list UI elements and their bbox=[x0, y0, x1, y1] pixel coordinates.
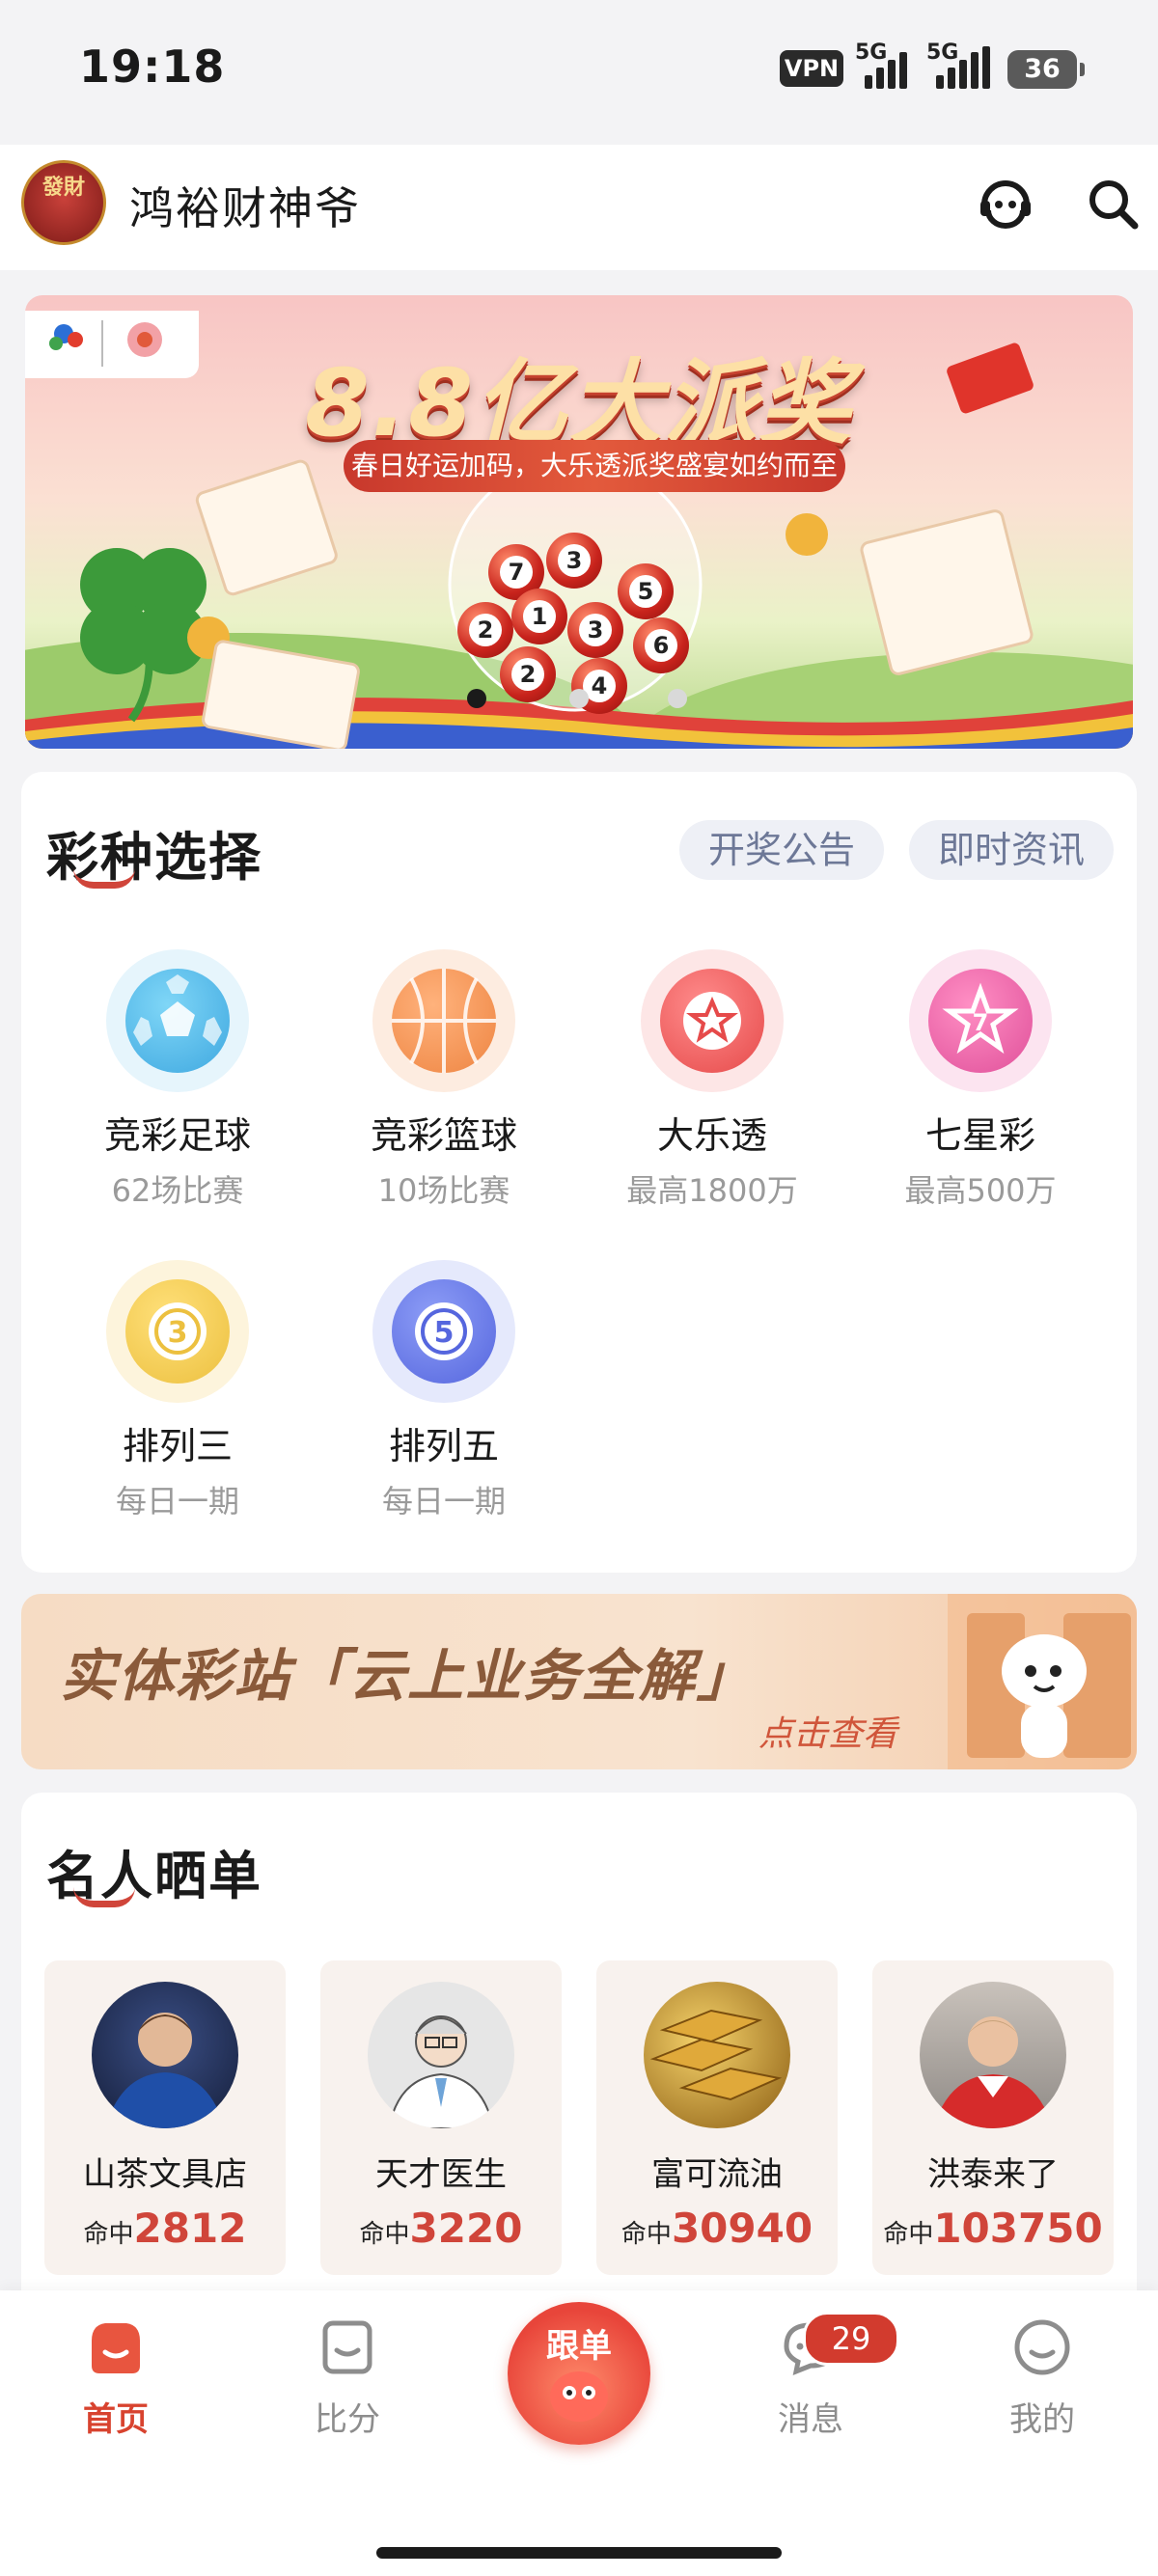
lottery-ball: 3 bbox=[567, 602, 623, 658]
lottery-ball: 3 bbox=[546, 533, 602, 589]
app-name: 鸿裕财神爷 bbox=[129, 182, 361, 234]
number-three-ball-icon: 3 bbox=[106, 1260, 249, 1403]
lottery-ball: 5 bbox=[618, 563, 674, 619]
lottery-ball: 1 bbox=[511, 589, 567, 644]
mascot-icon bbox=[550, 2371, 608, 2422]
tab-scores[interactable]: 比分 bbox=[280, 2316, 415, 2440]
lottery-item-daletou[interactable]: 大乐透 最高1800万 bbox=[596, 949, 828, 1211]
promo-title: 实体彩站「云上业务全解」 bbox=[60, 1643, 756, 1709]
physical-store-promo-banner[interactable]: 实体彩站「云上业务全解」 点击查看 bbox=[21, 1594, 1137, 1769]
customer-service-icon[interactable] bbox=[975, 172, 1036, 233]
celebrity-card[interactable]: 富可流油 命中30940 bbox=[596, 1960, 838, 2275]
message-count-badge: 29 bbox=[803, 2312, 899, 2366]
tab-home[interactable]: 首页 bbox=[48, 2316, 183, 2440]
star-ball-icon bbox=[641, 949, 784, 1092]
avatar bbox=[92, 1982, 238, 2128]
avatar bbox=[368, 1982, 514, 2128]
avatar bbox=[920, 1982, 1066, 2128]
home-indicator[interactable] bbox=[376, 2547, 782, 2559]
celebrity-card[interactable]: 山茶文具店 命中2812 bbox=[44, 1960, 286, 2275]
carousel-dot[interactable] bbox=[668, 689, 687, 708]
basketball-icon bbox=[372, 949, 515, 1092]
search-icon[interactable] bbox=[1085, 176, 1141, 232]
tab-profile[interactable]: 我的 bbox=[975, 2316, 1110, 2440]
instant-news-button[interactable]: 即时资讯 bbox=[909, 820, 1114, 880]
promo-banner-carousel[interactable]: 8.8亿大派奖 春日好运加码，大乐透派奖盛宴如约而至 7 3 1 5 2 3 6… bbox=[25, 295, 1133, 749]
draw-announcement-button[interactable]: 开奖公告 bbox=[679, 820, 884, 880]
lottery-item-qixingcai[interactable]: 7 七星彩 最高500万 bbox=[865, 949, 1096, 1211]
smiley-face-icon bbox=[1014, 2319, 1070, 2375]
tab-follow-bet[interactable]: 跟单 bbox=[508, 2302, 650, 2445]
signal-icon-2: 5G bbox=[926, 41, 1009, 89]
lottery-item-pailiewu[interactable]: 5 排列五 每日一期 bbox=[328, 1260, 560, 1521]
scoreboard-icon bbox=[322, 2320, 372, 2374]
app-logo[interactable]: 發財 bbox=[21, 160, 106, 245]
lottery-ball: 6 bbox=[633, 617, 689, 673]
lottery-item-basketball[interactable]: 竞彩篮球 10场比赛 bbox=[328, 949, 560, 1211]
celebrity-card[interactable]: 洪泰来了 命中103750 bbox=[872, 1960, 1114, 2275]
seven-star-icon: 7 bbox=[909, 949, 1052, 1092]
home-icon bbox=[92, 2323, 140, 2373]
celebrity-card[interactable]: 天才医生 命中3220 bbox=[320, 1960, 562, 2275]
soccer-ball-icon bbox=[106, 949, 249, 1092]
carousel-dot[interactable] bbox=[569, 689, 589, 708]
svg-text:7: 7 bbox=[973, 1009, 989, 1036]
lottery-ball: 2 bbox=[500, 646, 556, 702]
number-five-ball-icon: 5 bbox=[372, 1260, 515, 1403]
banner-subtitle: 春日好运加码，大乐透派奖盛宴如约而至 bbox=[344, 440, 845, 492]
lottery-item-soccer[interactable]: 竞彩足球 62场比赛 bbox=[62, 949, 293, 1211]
mascot-illustration bbox=[948, 1594, 1137, 1769]
lottery-item-pailiesan[interactable]: 3 排列三 每日一期 bbox=[62, 1260, 293, 1521]
lottery-ball: 2 bbox=[457, 602, 513, 658]
status-time: 19:18 bbox=[79, 41, 226, 93]
vpn-indicator: VPN bbox=[780, 50, 843, 87]
avatar bbox=[644, 1982, 790, 2128]
svg-text:3: 3 bbox=[168, 1316, 188, 1350]
carousel-dot-active[interactable] bbox=[467, 689, 486, 708]
svg-text:5: 5 bbox=[434, 1316, 455, 1350]
promo-cta[interactable]: 点击查看 bbox=[758, 1706, 897, 1756]
battery-icon: 36 bbox=[1007, 50, 1085, 89]
